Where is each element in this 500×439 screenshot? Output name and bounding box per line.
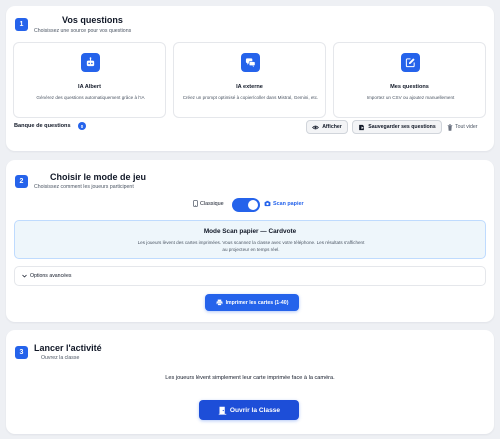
clear-all-button[interactable]: Tout vider (447, 120, 478, 134)
step-badge: 3 (15, 346, 28, 359)
show-button-label: Afficher (322, 124, 342, 130)
game-mode-section: 2 Choisir le mode de jeu Choisissez comm… (6, 160, 494, 322)
door-icon (218, 406, 227, 415)
source-description: Créez un prompt optimisé à copier/coller… (182, 95, 319, 100)
step-badge: 1 (15, 18, 28, 31)
scan-mode-info-panel: Mode Scan papier — Cardvote Les joueurs … (14, 220, 486, 259)
panel-title: Mode Scan papier — Cardvote (203, 228, 297, 235)
source-title: Mes questions (390, 84, 429, 90)
mode-classic-option[interactable]: Classique (193, 200, 224, 207)
source-title: IA externe (236, 84, 263, 90)
source-card-ia-externe[interactable]: IA externe Créez un prompt optimisé à co… (173, 42, 326, 118)
launch-section: 3 Lancer l'activité Ouvrez la classe Les… (6, 330, 494, 434)
print-cards-button[interactable]: Imprimer les cartes (1-40) (205, 294, 299, 311)
source-title: IA Albert (78, 84, 101, 90)
mode-selector: Classique Scan papier (6, 198, 494, 212)
toggle-knob (248, 200, 258, 210)
chat-bubbles-icon (241, 53, 260, 72)
phone-icon (193, 200, 198, 207)
section-subtitle: Choisissez une source pour vos questions (34, 28, 132, 34)
printer-icon (216, 299, 223, 306)
source-card-ia-albert[interactable]: IA Albert Générez des questions automati… (13, 42, 166, 118)
section-title: Vos questions (62, 15, 123, 25)
question-bank-label: Banque de questions (14, 123, 71, 129)
section-subtitle: Choisissez comment les joueurs participe… (34, 184, 134, 190)
camera-icon (264, 200, 271, 207)
advanced-options-header: Options avancées (22, 273, 72, 279)
robot-icon (81, 53, 100, 72)
section-title: Choisir le mode de jeu (50, 172, 147, 182)
print-button-label: Imprimer les cartes (1-40) (225, 299, 289, 306)
show-button[interactable]: Afficher (306, 120, 348, 134)
panel-description: Les joueurs lèvent des cartes imprimées.… (137, 240, 365, 252)
mode-scan-option[interactable]: Scan papier (264, 200, 304, 207)
advanced-options-toggle[interactable]: Options avancées (14, 266, 486, 286)
questions-section: 1 Vos questions Choisissez une source po… (6, 6, 494, 151)
save-button-label: Sauvegarder ses questions (368, 124, 436, 130)
mode-scan-label: Scan papier (273, 200, 304, 207)
source-description: Générez des questions automatiquement gr… (36, 95, 145, 100)
mode-toggle[interactable] (232, 198, 260, 212)
advanced-options-label: Options avancées (30, 273, 72, 279)
section-subtitle: Ouvrez la classe (41, 355, 80, 361)
open-button-label: Ouvrir la Classe (229, 406, 281, 414)
share-icon (358, 124, 365, 131)
save-questions-button[interactable]: Sauvegarder ses questions (352, 120, 442, 134)
trash-icon (447, 123, 453, 131)
eye-icon (312, 124, 320, 131)
step-badge: 2 (15, 175, 28, 188)
chevron-down-icon (22, 274, 27, 278)
mode-classic-label: Classique (200, 200, 224, 207)
question-count-badge: 0 (78, 122, 86, 130)
source-card-mes-questions[interactable]: Mes questions Importez un CSV ou ajoutez… (333, 42, 486, 118)
launch-description: Les joueurs lèvent simplement leur carte… (165, 375, 335, 381)
clear-button-label: Tout vider (455, 124, 478, 130)
edit-icon (401, 53, 420, 72)
source-description: Importez un CSV ou ajoutez manuellement (366, 95, 455, 100)
open-class-button[interactable]: Ouvrir la Classe (199, 400, 299, 420)
section-title: Lancer l'activité (34, 343, 102, 353)
